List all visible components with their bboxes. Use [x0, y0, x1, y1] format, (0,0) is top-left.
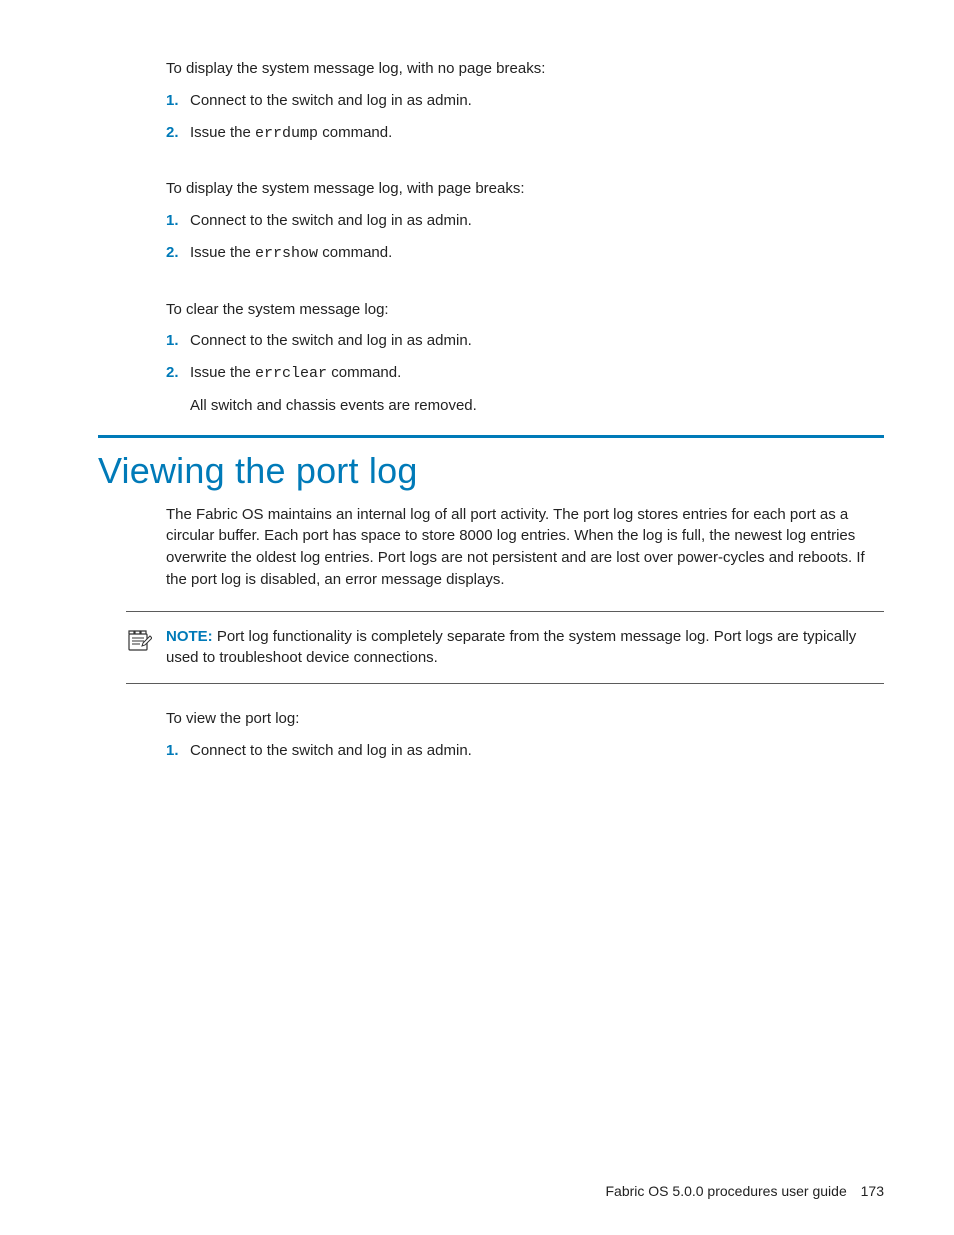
step-text: Connect to the switch and log in as admi…	[190, 332, 472, 349]
note-label: NOTE:	[166, 628, 213, 645]
procedure-step: 1. Connect to the switch and log in as a…	[166, 740, 884, 762]
step-text-pre: Issue the	[190, 364, 255, 381]
step-subtext: All switch and chassis events are remove…	[190, 395, 884, 417]
step-number: 1.	[166, 330, 179, 352]
step-text-post: command.	[318, 244, 392, 261]
note-text: NOTE: Port log functionality is complete…	[166, 626, 884, 670]
page-number: 173	[861, 1183, 884, 1199]
step-text-post: command.	[318, 124, 392, 141]
note-icon	[126, 626, 154, 659]
procedure-steps: 1. Connect to the switch and log in as a…	[166, 210, 884, 265]
section-paragraph: The Fabric OS maintains an internal log …	[166, 504, 884, 591]
step-number: 1.	[166, 90, 179, 112]
procedure-block: To display the system message log, with …	[166, 178, 884, 264]
note-row: NOTE: Port log functionality is complete…	[126, 624, 884, 672]
step-text: Connect to the switch and log in as admi…	[190, 212, 472, 229]
note-bottom-rule	[126, 683, 884, 684]
procedure-step: 2. Issue the errshow command.	[166, 242, 884, 265]
procedure-steps: 1. Connect to the switch and log in as a…	[166, 330, 884, 416]
document-page: To display the system message log, with …	[0, 0, 954, 762]
procedure-steps: 1. Connect to the switch and log in as a…	[166, 90, 884, 145]
command-text: errclear	[255, 365, 327, 382]
note-block: NOTE: Port log functionality is complete…	[126, 611, 884, 685]
procedure-block: To display the system message log, with …	[166, 58, 884, 144]
section-heading: Viewing the port log	[98, 450, 884, 492]
procedure-step: 1. Connect to the switch and log in as a…	[166, 210, 884, 232]
step-number: 1.	[166, 740, 179, 762]
note-body: Port log functionality is completely sep…	[166, 628, 856, 667]
procedure-intro: To display the system message log, with …	[166, 178, 884, 200]
procedure-block: To clear the system message log: 1. Conn…	[166, 299, 884, 417]
command-text: errdump	[255, 125, 318, 142]
note-top-rule	[126, 611, 884, 612]
procedure-intro: To display the system message log, with …	[166, 58, 884, 80]
procedure-step: 2. Issue the errclear command. All switc…	[166, 362, 884, 417]
footer-title: Fabric OS 5.0.0 procedures user guide	[606, 1183, 847, 1199]
procedure-block: To view the port log: 1. Connect to the …	[166, 708, 884, 762]
step-number: 2.	[166, 362, 179, 384]
step-text-pre: Issue the	[190, 244, 255, 261]
section-divider	[98, 435, 884, 438]
step-number: 2.	[166, 122, 179, 144]
procedure-intro: To view the port log:	[166, 708, 884, 730]
step-text: Connect to the switch and log in as admi…	[190, 92, 472, 109]
procedure-steps: 1. Connect to the switch and log in as a…	[166, 740, 884, 762]
page-footer: Fabric OS 5.0.0 procedures user guide 17…	[606, 1183, 885, 1199]
procedure-step: 1. Connect to the switch and log in as a…	[166, 90, 884, 112]
step-text-post: command.	[327, 364, 401, 381]
step-number: 2.	[166, 242, 179, 264]
command-text: errshow	[255, 245, 318, 262]
step-text: Connect to the switch and log in as admi…	[190, 742, 472, 759]
step-text-pre: Issue the	[190, 124, 255, 141]
procedure-intro: To clear the system message log:	[166, 299, 884, 321]
procedure-step: 1. Connect to the switch and log in as a…	[166, 330, 884, 352]
step-number: 1.	[166, 210, 179, 232]
procedure-step: 2. Issue the errdump command.	[166, 122, 884, 145]
